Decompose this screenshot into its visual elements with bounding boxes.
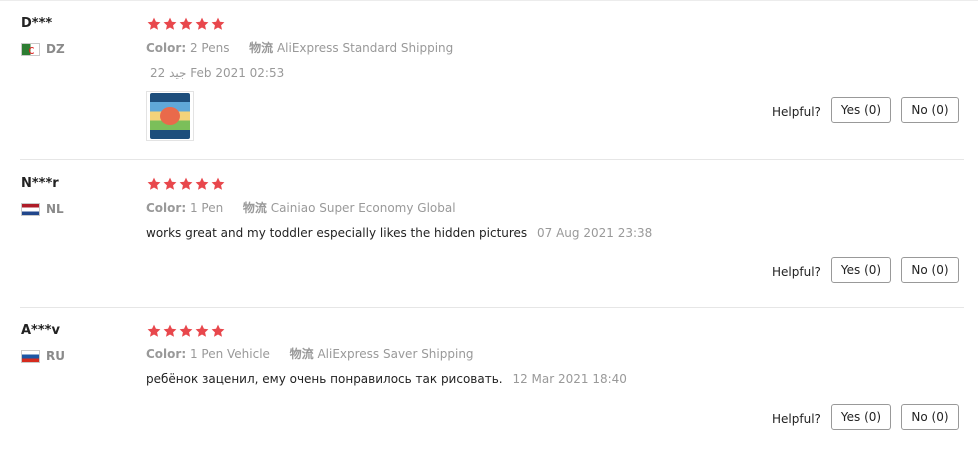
helpful-yes-button[interactable]: Yes (0)	[831, 404, 891, 430]
product-photo	[150, 93, 190, 139]
star-icon	[210, 323, 226, 339]
reviewer-country: RU	[21, 349, 65, 363]
reviewer-name: N***r	[21, 176, 59, 191]
country-code: DZ	[46, 42, 65, 56]
star-icon	[146, 16, 162, 32]
shipping-value: AliExpress Standard Shipping	[276, 41, 454, 55]
helpful-no-button[interactable]: No (0)	[901, 97, 959, 123]
review-body: works great and my toddler especially li…	[146, 225, 652, 241]
color-value: 1 Pen Vehicle	[189, 347, 270, 361]
helpful-no-button[interactable]: No (0)	[901, 404, 959, 430]
star-icon	[210, 16, 226, 32]
review-item: A***v RU Color: 1 Pen Vehicle 物流 AliExpr…	[0, 307, 978, 455]
star-icon	[146, 176, 162, 192]
review-item: D*** DZ Color: 2 Pens 物流 AliExpress Stan…	[0, 0, 978, 160]
country-code: RU	[46, 349, 65, 363]
shipping-label: 物流	[289, 347, 314, 361]
star-icon	[178, 176, 194, 192]
review-item: N***r NL Color: 1 Pen 物流 Cainiao Super E…	[0, 160, 978, 308]
helpful-yes-button[interactable]: Yes (0)	[831, 257, 891, 283]
review-date: 07 Aug 2021 23:38	[537, 226, 653, 240]
star-icon	[194, 16, 210, 32]
helpful-no-button[interactable]: No (0)	[901, 257, 959, 283]
star-rating	[146, 176, 226, 192]
star-icon	[162, 16, 178, 32]
review-date: 22 جيد Feb 2021 02:53	[150, 66, 285, 80]
star-icon	[178, 16, 194, 32]
shipping-label: 物流	[242, 201, 267, 215]
star-icon	[162, 323, 178, 339]
review-text: ребёнок заценил, ему очень понравилось т…	[146, 372, 503, 386]
star-icon	[194, 176, 210, 192]
star-icon	[210, 176, 226, 192]
helpful-yes-button[interactable]: Yes (0)	[831, 97, 891, 123]
review-meta: Color: 2 Pens 物流 AliExpress Standard Shi…	[146, 40, 453, 56]
color-label: Color:	[146, 201, 187, 215]
color-label: Color:	[146, 41, 187, 55]
star-icon	[162, 176, 178, 192]
helpful-label: Helpful?	[772, 105, 821, 119]
star-rating	[146, 16, 226, 32]
reviewer-name: A***v	[21, 323, 60, 338]
star-rating	[146, 323, 226, 339]
reviewer-country: DZ	[21, 42, 65, 56]
helpful-label: Helpful?	[772, 265, 821, 279]
color-value: 1 Pen	[189, 201, 224, 215]
review-meta: Color: 1 Pen Vehicle 物流 AliExpress Saver…	[146, 346, 474, 362]
color-label: Color:	[146, 347, 187, 361]
color-value: 2 Pens	[189, 41, 230, 55]
star-icon	[194, 323, 210, 339]
star-icon	[146, 323, 162, 339]
review-body: ребёнок заценил, ему очень понравилось т…	[146, 371, 627, 387]
algeria-flag-icon	[21, 42, 40, 56]
country-code: NL	[46, 202, 64, 216]
star-icon	[178, 323, 194, 339]
review-meta: Color: 1 Pen 物流 Cainiao Super Economy Gl…	[146, 200, 456, 216]
russia-flag-icon	[21, 349, 40, 363]
shipping-value: Cainiao Super Economy Global	[270, 201, 456, 215]
reviewer-country: NL	[21, 202, 64, 216]
reviewer-name: D***	[21, 16, 53, 31]
netherlands-flag-icon	[21, 202, 40, 216]
helpful-label: Helpful?	[772, 412, 821, 426]
review-text: works great and my toddler especially li…	[146, 226, 528, 240]
shipping-label: 物流	[249, 41, 274, 55]
shipping-value: AliExpress Saver Shipping	[317, 347, 474, 361]
review-photo-thumbnail[interactable]	[146, 91, 194, 141]
review-date: 12 Mar 2021 18:40	[512, 372, 627, 386]
